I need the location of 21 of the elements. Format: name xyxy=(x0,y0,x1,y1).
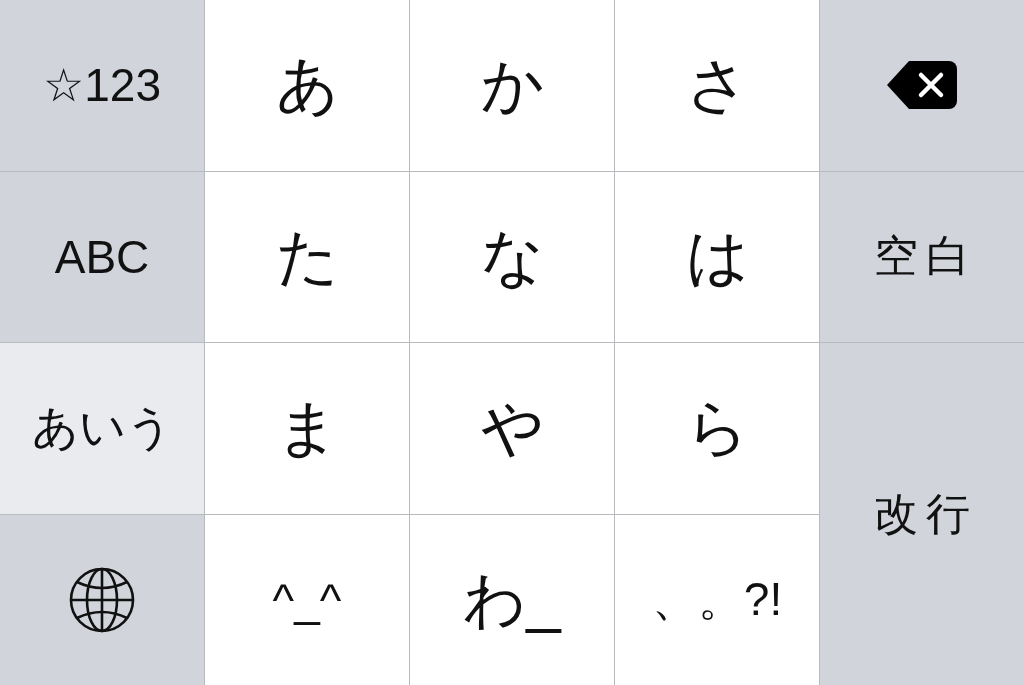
kana-key[interactable]: わ_ xyxy=(410,514,614,685)
kana-key[interactable]: ら xyxy=(615,343,819,514)
space-key[interactable]: 空白 xyxy=(820,171,1024,342)
delete-key[interactable] xyxy=(820,0,1024,171)
kana-key[interactable]: な xyxy=(410,171,614,342)
symbol-key[interactable]: ^_^ xyxy=(205,514,409,685)
mode-key[interactable]: ☆123 xyxy=(0,0,204,171)
kana-key[interactable]: あ xyxy=(205,0,409,171)
symbol-key[interactable]: 、。?! xyxy=(615,514,819,685)
delete-icon xyxy=(887,61,957,110)
mode-key[interactable]: ABC xyxy=(0,171,204,342)
globe-icon xyxy=(69,566,135,633)
kana-key[interactable]: か xyxy=(410,0,614,171)
kana-key[interactable]: さ xyxy=(615,0,819,171)
return-key[interactable]: 改行 xyxy=(820,343,1024,685)
kana-key[interactable]: た xyxy=(205,171,409,342)
kana-key[interactable]: や xyxy=(410,343,614,514)
kana-key[interactable]: ま xyxy=(205,343,409,514)
kana-key[interactable]: は xyxy=(615,171,819,342)
mode-key[interactable]: あいう xyxy=(0,343,204,514)
globe-key[interactable] xyxy=(0,514,204,685)
